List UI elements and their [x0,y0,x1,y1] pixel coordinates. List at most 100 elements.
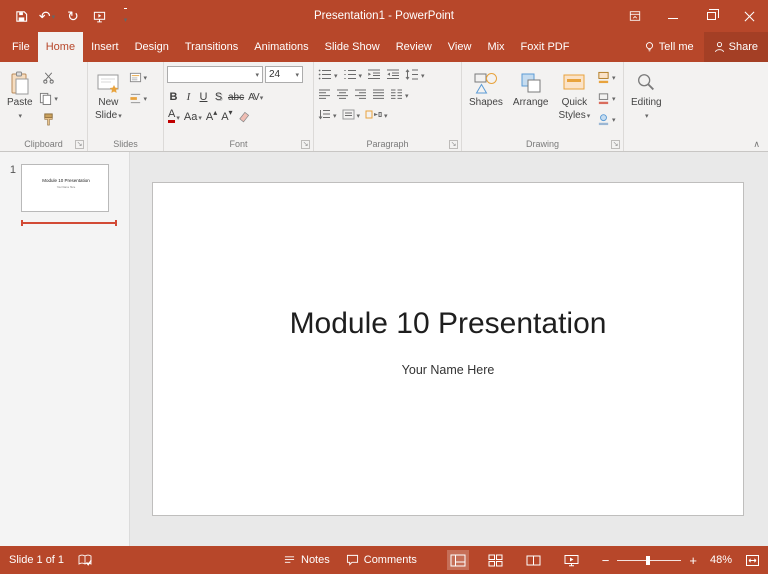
reading-view-button[interactable] [523,550,545,570]
font-name-select[interactable] [167,66,263,83]
tab-slide-show[interactable]: Slide Show [317,32,388,62]
section-button[interactable] [128,89,148,107]
increase-font-size-button[interactable]: A ▴ [205,106,218,123]
comments-button[interactable]: Comments [346,554,417,566]
italic-button[interactable]: I [182,86,195,103]
change-case-button[interactable]: Aa [183,106,203,123]
slide-thumbnail[interactable]: Module 10 Presentation Your Name Here [21,164,109,212]
format-painter-button[interactable] [39,110,59,128]
decrease-font-size-button[interactable]: A ▾ [220,106,233,123]
title-bar: ↶ ↻ Presentation1 - PowerPoint [0,0,768,32]
tell-me-button[interactable]: Tell me [634,32,704,62]
text-shadow-button[interactable]: S [212,86,225,103]
zoom-percentage[interactable]: 48% [710,554,732,566]
bullets-button[interactable] [317,66,339,83]
zoom-in-button[interactable]: + [689,553,697,568]
ribbon: Paste Clipboard [0,62,768,152]
ribbon-display-options-button[interactable] [616,0,654,32]
font-color-button[interactable]: A [167,106,181,123]
slide-sorter-view-button[interactable] [485,550,507,570]
tab-review[interactable]: Review [388,32,440,62]
slide-canvas[interactable]: Module 10 Presentation Your Name Here [152,182,744,516]
normal-view-button[interactable] [446,550,469,570]
shapes-button[interactable]: Shapes [465,65,507,135]
align-right-button[interactable] [353,86,368,103]
tab-file[interactable]: File [4,32,38,62]
decrease-font-label: A [221,111,229,123]
new-slide-button[interactable]: New Slide [91,65,126,135]
convert-to-smartart-button[interactable] [364,106,389,123]
tab-transitions[interactable]: Transitions [177,32,246,62]
tab-design[interactable]: Design [127,32,177,62]
tab-insert[interactable]: Insert [83,32,127,62]
dropdown-caret [334,69,338,81]
tab-animations[interactable]: Animations [246,32,316,62]
zoom-out-button[interactable]: − [602,553,610,568]
increase-indent-button[interactable] [385,66,401,83]
slide-title-textbox[interactable]: Module 10 Presentation [173,307,723,341]
slide-subtitle-textbox[interactable]: Your Name Here [173,363,723,377]
fit-slide-to-window-button[interactable] [745,554,760,567]
tell-me-label: Tell me [658,41,694,53]
slide-show-icon [564,554,579,566]
justify-button[interactable] [371,86,386,103]
dropdown-caret [333,109,337,121]
notes-button[interactable]: Notes [283,554,330,566]
numbering-button[interactable] [342,66,364,83]
slide-show-button[interactable] [561,550,583,570]
align-left-button[interactable] [317,86,332,103]
paste-button[interactable]: Paste [3,65,37,135]
text-direction-button[interactable] [317,106,338,123]
close-icon [744,11,755,22]
align-center-button[interactable] [335,86,350,103]
decrease-indent-button[interactable] [366,66,382,83]
undo-button[interactable]: ↶ [36,4,58,28]
share-button[interactable]: Share [703,32,768,62]
paragraph-dialog-launcher[interactable] [449,140,458,149]
customize-qat-button[interactable] [114,4,136,28]
tab-mix[interactable]: Mix [479,32,512,62]
restore-button[interactable] [692,0,730,32]
quick-styles-label-2: Styles [558,109,586,121]
fit-to-window-icon [746,554,759,566]
slide-selection-indicator [21,220,117,226]
strikethrough-button[interactable]: abc [227,86,245,103]
save-button[interactable] [10,4,32,28]
font-dialog-launcher[interactable] [301,140,310,149]
tab-home[interactable]: Home [37,32,84,62]
start-from-beginning-button[interactable] [88,4,110,28]
underline-button[interactable]: U [197,86,210,103]
cut-button[interactable] [39,68,59,86]
redo-button[interactable]: ↻ [62,4,84,28]
clipboard-dialog-launcher[interactable] [75,140,84,149]
tab-view[interactable]: View [440,32,480,62]
status-bar: Slide 1 of 1 Notes Comments − + 48% [0,546,768,574]
redo-icon: ↻ [67,8,79,24]
slide-thumbnail-panel: 1 Module 10 Presentation Your Name Here [0,152,130,546]
drawing-dialog-launcher[interactable] [611,140,620,149]
quick-styles-button[interactable]: Quick Styles [555,65,595,135]
character-spacing-button[interactable]: AV [247,86,263,103]
editing-button[interactable]: Editing [627,65,666,135]
shape-fill-button[interactable] [596,68,616,86]
shapes-icon [473,69,499,97]
font-size-select[interactable]: 24 [265,66,303,83]
bold-button[interactable]: B [167,86,180,103]
columns-button[interactable] [389,86,410,103]
arrange-button[interactable]: Arrange [509,65,553,135]
align-text-button[interactable] [341,106,362,123]
shape-outline-button[interactable] [596,89,616,107]
layout-button[interactable] [128,68,148,86]
line-spacing-button[interactable] [404,66,426,83]
spell-check-button[interactable] [78,554,93,567]
zoom-slider-thumb[interactable] [646,555,651,565]
zoom-slider[interactable] [617,555,682,565]
collapse-ribbon-button[interactable] [753,139,760,150]
clear-formatting-button[interactable] [236,106,251,123]
shape-effects-button[interactable] [596,110,616,128]
tab-foxit-pdf[interactable]: Foxit PDF [513,32,578,62]
close-button[interactable] [730,0,768,32]
copy-button[interactable] [39,89,59,107]
quick-access-toolbar: ↶ ↻ [0,4,136,28]
minimize-button[interactable] [654,0,692,32]
